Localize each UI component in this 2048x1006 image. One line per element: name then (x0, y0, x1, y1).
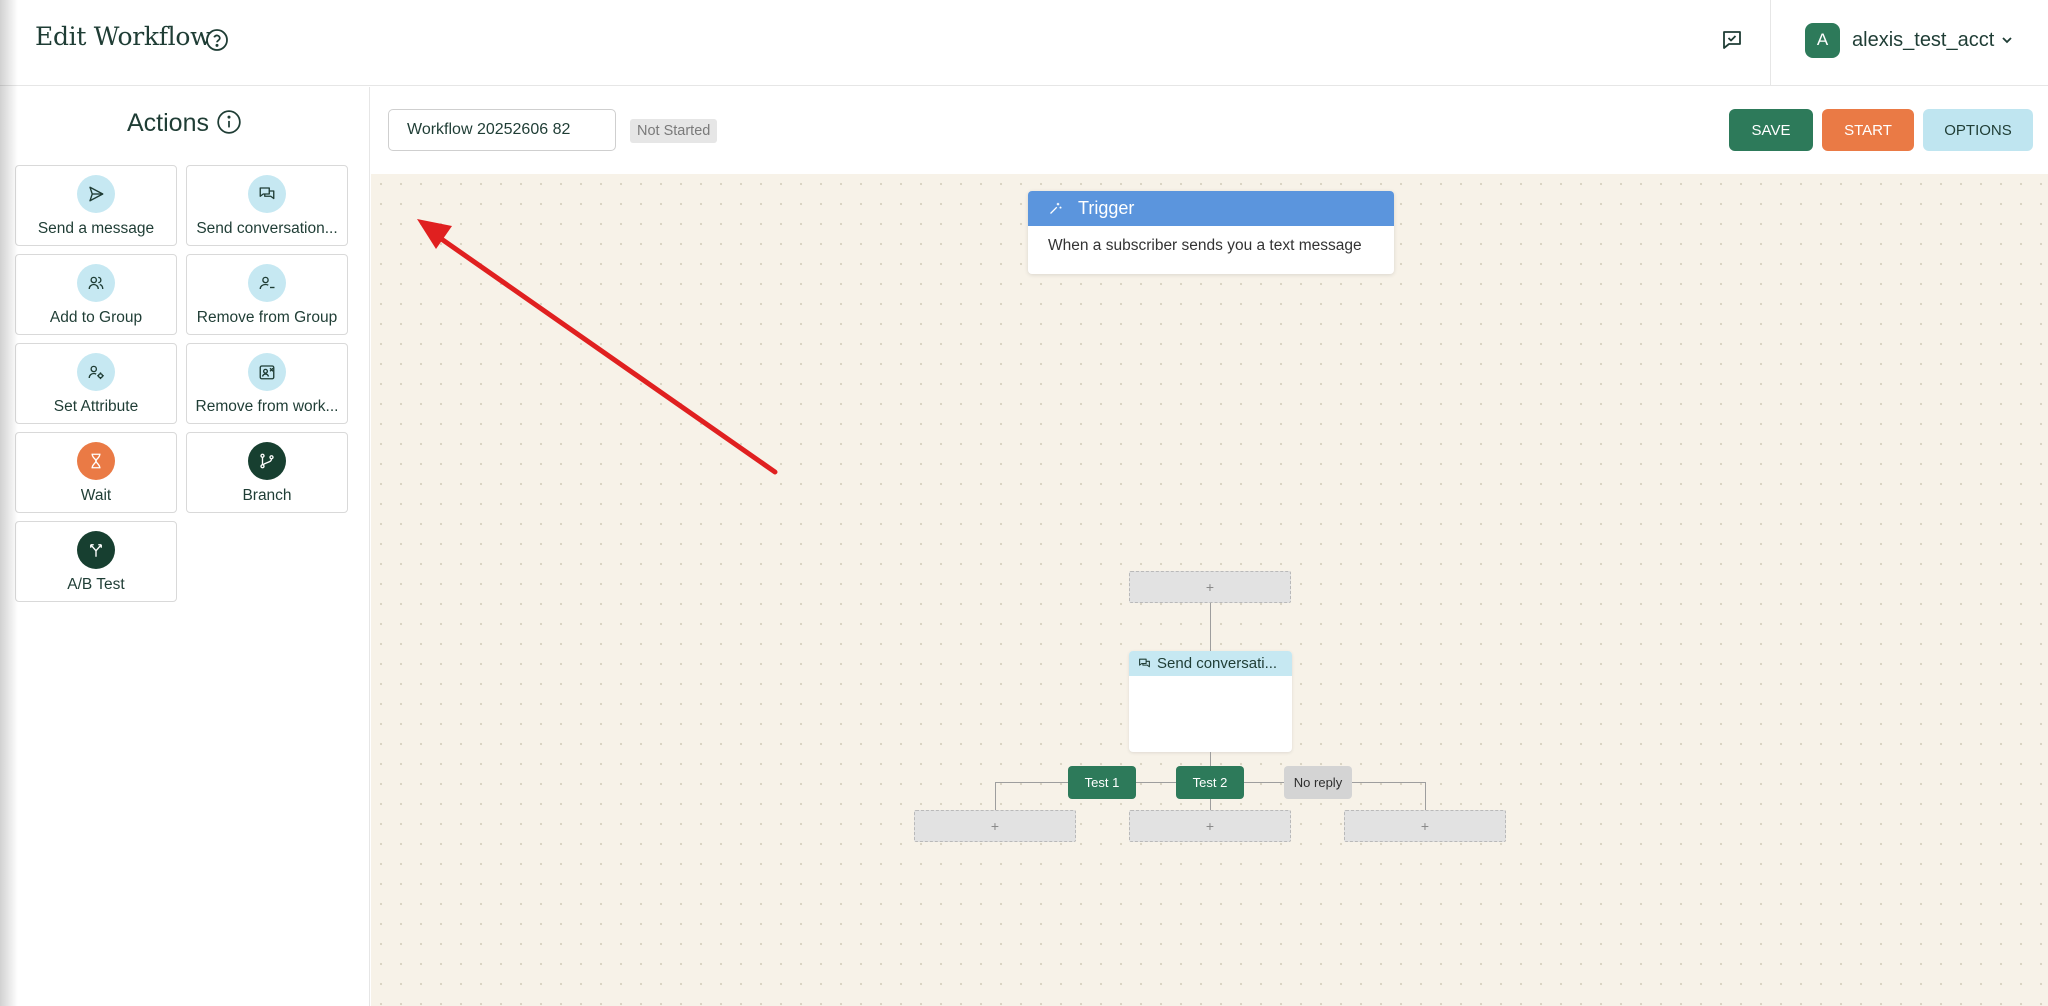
action-add-to-group[interactable]: Add to Group (15, 254, 177, 335)
actions-title: Actions (127, 109, 209, 137)
branch-test-2[interactable]: Test 2 (1176, 766, 1244, 799)
user-menu[interactable]: A alexis_test_acct (1805, 22, 2014, 58)
hourglass-icon (77, 442, 115, 480)
info-icon[interactable] (216, 109, 242, 135)
chat-check-icon[interactable] (1720, 28, 1744, 52)
branch-test-1[interactable]: Test 1 (1068, 766, 1136, 799)
action-label: A/B Test (67, 576, 125, 593)
save-button[interactable]: SAVE (1729, 109, 1813, 151)
workflow-name-input[interactable] (388, 109, 616, 151)
page-title: Edit Workflow (35, 22, 212, 51)
action-label: Branch (242, 487, 292, 504)
action-wait[interactable]: Wait (15, 432, 177, 513)
status-badge: Not Started (630, 119, 718, 143)
add-step-slot[interactable]: + (1129, 571, 1291, 603)
branch-icon (248, 442, 286, 480)
username: alexis_test_acct (1852, 28, 1995, 51)
start-button[interactable]: START (1822, 109, 1914, 151)
conversation-icon (1139, 658, 1150, 668)
action-label: Wait (80, 487, 112, 504)
send-conversation-title: Send conversati... (1157, 655, 1278, 672)
add-step-slot[interactable]: + (1344, 810, 1506, 842)
trigger-description: When a subscriber sends you a text messa… (1048, 237, 1362, 254)
workflow-toolbar: Not Started SAVE START OPTIONS (371, 87, 2048, 174)
remove-workflow-icon (248, 353, 286, 391)
action-label: Send a message (37, 220, 155, 237)
workflow-canvas[interactable]: Trigger When a subscriber sends you a te… (371, 174, 2048, 1006)
send-conversation-node[interactable]: Send conversati... (1129, 651, 1292, 752)
chevron-down-icon (2002, 37, 2012, 44)
remove-group-icon (248, 264, 286, 302)
action-remove-from-group[interactable]: Remove from Group (186, 254, 348, 335)
options-button[interactable]: OPTIONS (1923, 109, 2033, 151)
action-label: Remove from work... (195, 398, 339, 415)
connector-line (1425, 782, 1426, 810)
header-divider (1770, 0, 1771, 86)
connector-line (995, 782, 996, 810)
action-grid: Send a message Send conversation... Add … (15, 165, 348, 602)
action-ab-test[interactable]: A/B Test (15, 521, 177, 602)
trigger-header: Trigger (1028, 191, 1394, 226)
attribute-icon (77, 353, 115, 391)
avatar: A (1805, 22, 1840, 58)
action-label: Remove from Group (196, 309, 338, 326)
send-icon (77, 175, 115, 213)
action-label: Set Attribute (53, 398, 139, 415)
connector-line (1210, 799, 1211, 810)
action-send-conversation[interactable]: Send conversation... (186, 165, 348, 246)
action-send-message[interactable]: Send a message (15, 165, 177, 246)
trigger-title: Trigger (1078, 198, 1135, 218)
connector-line (1210, 603, 1211, 651)
branch-no-reply[interactable]: No reply (1284, 766, 1352, 799)
send-conversation-header: Send conversati... (1129, 651, 1292, 676)
action-label: Send conversation... (196, 220, 338, 237)
actions-sidebar: Actions Send a message Send conversation… (0, 87, 370, 1006)
add-step-slot[interactable]: + (914, 810, 1076, 842)
magic-wand-icon (1050, 202, 1062, 214)
action-label: Add to Group (49, 309, 143, 326)
trigger-node[interactable]: Trigger When a subscriber sends you a te… (1028, 191, 1394, 274)
conversation-icon (248, 175, 286, 213)
header: Edit Workflow A alexis_test_acct (0, 0, 2048, 86)
help-icon[interactable] (205, 28, 229, 52)
add-group-icon (77, 264, 115, 302)
ab-test-icon (77, 531, 115, 569)
action-branch[interactable]: Branch (186, 432, 348, 513)
connector-line (1210, 752, 1211, 766)
add-step-slot[interactable]: + (1129, 810, 1291, 842)
action-remove-from-workflow[interactable]: Remove from work... (186, 343, 348, 424)
action-set-attribute[interactable]: Set Attribute (15, 343, 177, 424)
